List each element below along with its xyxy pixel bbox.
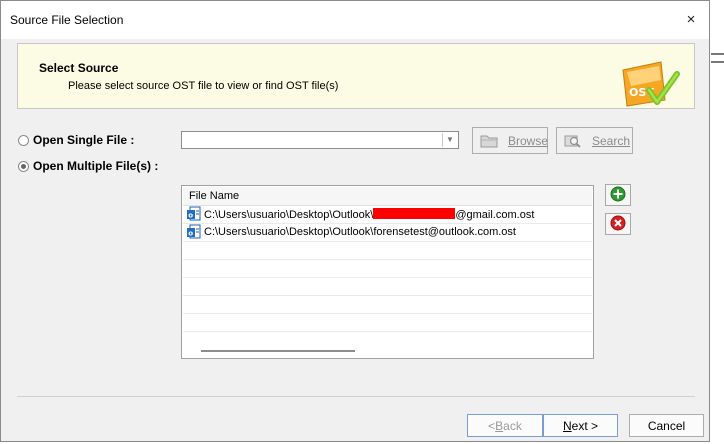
back-prefix: < [488, 418, 496, 433]
redaction-bar [373, 208, 456, 219]
file-name-column-header[interactable]: File Name [183, 187, 592, 206]
file-path-suffix: @gmail.com.ost [455, 209, 535, 221]
next-button[interactable]: Next > [543, 414, 618, 437]
footer-divider [17, 396, 695, 397]
ost-file-icon: o [186, 206, 202, 225]
magnifier-icon [564, 134, 582, 148]
browse-button[interactable]: Browse [472, 127, 548, 154]
svg-text:o: o [188, 230, 193, 238]
close-button[interactable]: × [683, 12, 699, 28]
next-rest: ext > [571, 418, 599, 433]
empty-row [183, 314, 592, 332]
header-panel: Select Source Please select source OST f… [17, 43, 695, 109]
file-path-prefix: C:\Users\usuario\Desktop\Outlook\ [204, 209, 374, 221]
multiple-files-radio[interactable] [18, 160, 29, 172]
file-list-row[interactable]: o C:\Users\usuario\Desktop\Outlook\ @gmai… [183, 206, 592, 224]
add-file-button[interactable] [605, 184, 631, 206]
search-button[interactable]: Search [556, 127, 633, 154]
empty-row [183, 296, 592, 314]
background-window-edge [711, 53, 724, 55]
cancel-button[interactable]: Cancel [629, 414, 704, 437]
chevron-down-icon[interactable]: ▼ [442, 133, 457, 147]
horizontal-scrollbar[interactable] [201, 350, 355, 352]
back-rest: ack [503, 418, 522, 433]
plus-circle-icon [610, 186, 626, 205]
file-path: C:\Users\usuario\Desktop\Outlook\ @gmail.… [204, 208, 534, 221]
back-hotkey: B [495, 418, 504, 433]
x-circle-icon [610, 215, 626, 234]
ost-checkmark-icon: OST [622, 61, 680, 107]
search-label: Search [592, 133, 631, 148]
remove-file-button[interactable] [605, 213, 631, 235]
cancel-label: Cancel [647, 418, 686, 433]
empty-row [183, 332, 592, 349]
window-title: Source File Selection [10, 13, 124, 27]
title-bar: Source File Selection × [1, 1, 709, 39]
file-path: C:\Users\usuario\Desktop\Outlook\forense… [204, 226, 516, 238]
browse-label: Browse [508, 133, 549, 148]
single-file-radio[interactable] [18, 134, 29, 146]
svg-text:o: o [188, 212, 193, 220]
file-list[interactable]: File Name o C:\Users\usuario\Desktop\Out… [181, 185, 594, 359]
column-header-label: File Name [189, 190, 240, 202]
header-subtitle: Please select source OST file to view or… [68, 80, 339, 92]
single-file-combobox[interactable]: ▼ [181, 131, 459, 149]
header-title: Select Source [39, 61, 119, 75]
open-single-file-option[interactable]: Open Single File : [18, 133, 134, 147]
background-window-edge [711, 61, 724, 63]
folder-icon [480, 134, 498, 148]
back-button[interactable]: < Back [467, 414, 543, 437]
ost-file-icon: o [186, 224, 202, 243]
file-list-row[interactable]: o C:\Users\usuario\Desktop\Outlook\foren… [183, 224, 592, 242]
open-multiple-files-option[interactable]: Open Multiple File(s) : [18, 159, 158, 173]
empty-row [183, 278, 592, 296]
empty-row [183, 242, 592, 260]
single-file-label: Open Single File : [33, 133, 135, 147]
source-file-selection-dialog: Source File Selection × Select Source Pl… [0, 0, 710, 442]
next-hotkey: N [562, 418, 572, 433]
multiple-files-label: Open Multiple File(s) : [33, 159, 159, 173]
empty-row [183, 260, 592, 278]
